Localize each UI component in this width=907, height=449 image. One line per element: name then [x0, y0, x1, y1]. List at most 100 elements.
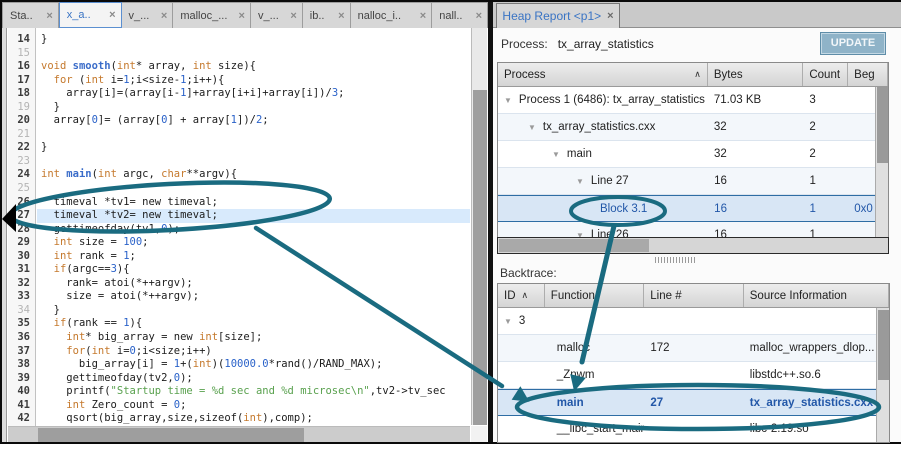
process-table-hscrollbar[interactable] [497, 237, 889, 254]
backtrace-row-main[interactable]: main27tx_array_statistics.cxx [498, 389, 889, 416]
expand-triangle-icon[interactable]: ▼ [504, 317, 512, 326]
code-line-22[interactable]: } [37, 141, 470, 155]
close-icon[interactable]: × [161, 10, 167, 22]
backtrace-row-3[interactable]: ▼3 [498, 308, 889, 335]
close-icon[interactable]: × [420, 10, 426, 22]
process-row-line-27[interactable]: ▼Line 27161 [498, 168, 888, 195]
process-row-line-26[interactable]: ▼Line 26161 [498, 222, 888, 238]
editor-horizontal-scrollbar[interactable] [8, 426, 470, 442]
code-line-14[interactable]: } [37, 33, 470, 47]
backtrace-row--libc-start-main[interactable]: __libc_start_mainlibc-2.19.so [498, 416, 889, 443]
scrollbar-thumb[interactable] [38, 428, 304, 442]
backtrace-row--znwm[interactable]: _Znwmlibstdc++.so.6 [498, 362, 889, 389]
editor-tab-5[interactable]: ib..× [303, 2, 351, 28]
code-area[interactable]: } void smooth(int* array, int size){ for … [37, 28, 470, 442]
code-token: if [54, 317, 67, 329]
close-icon[interactable]: × [476, 10, 482, 22]
code-line-34[interactable]: } [37, 304, 470, 318]
line-number: 33 [8, 290, 35, 304]
code-line-16[interactable]: void smooth(int* array, int size){ [37, 60, 470, 74]
close-icon[interactable]: × [290, 10, 296, 22]
expand-triangle-icon[interactable]: ▼ [528, 123, 536, 132]
process-label: Process: [501, 37, 548, 51]
code-line-42[interactable]: qsort(big_array,size,sizeof(int),comp); [37, 412, 470, 426]
column-header-source-information[interactable]: Source Information [744, 284, 889, 307]
code-line-21[interactable] [37, 128, 470, 142]
source-editor[interactable]: 1415161718192021222324252627282930313233… [2, 28, 488, 442]
editor-tab-0[interactable]: Sta..× [2, 2, 59, 28]
process-row-block-3-1[interactable]: Block 3.11610x0 [498, 195, 888, 222]
scrollbar-thumb[interactable] [473, 90, 487, 425]
code-line-41[interactable]: int Zero_count = 0; [37, 399, 470, 413]
editor-vertical-scrollbar[interactable] [471, 28, 487, 425]
process-row-tx-array-statistics-cxx[interactable]: ▼tx_array_statistics.cxx322 [498, 114, 888, 141]
expand-triangle-icon[interactable]: ▼ [552, 150, 560, 159]
column-header-process[interactable]: Process∧ [498, 63, 708, 86]
code-line-27[interactable]: timeval *tv2= new timeval; [37, 209, 470, 223]
process-table-vscrollbar[interactable] [875, 87, 888, 237]
editor-tab-4[interactable]: v_...× [251, 2, 303, 28]
code-line-23[interactable] [37, 155, 470, 169]
scrollbar-thumb[interactable] [877, 87, 888, 163]
editor-tab-2[interactable]: v_...× [122, 2, 174, 28]
column-header-count[interactable]: Count [803, 63, 848, 86]
code-line-29[interactable]: int size = 100; [37, 236, 470, 250]
code-line-28[interactable]: gettimeofday(tv1,0); [37, 223, 470, 237]
code-line-39[interactable]: gettimeofday(tv2,0); [37, 372, 470, 386]
code-line-24[interactable]: int main(int argc, char**argv){ [37, 168, 470, 182]
code-line-40[interactable]: printf("Startup time = %d sec and %d mic… [37, 385, 470, 399]
editor-tab-3[interactable]: malloc_...× [173, 2, 251, 28]
code-line-31[interactable]: if(argc==3){ [37, 263, 470, 277]
process-row-process-1-6486-tx-array-statistics[interactable]: ▼Process 1 (6486): tx_array_statistics71… [498, 87, 888, 114]
code-line-18[interactable]: array[i]=(array[i-1]+array[i+i]+array[i]… [37, 87, 470, 101]
code-line-19[interactable]: } [37, 101, 470, 115]
process-table-header[interactable]: Process∧BytesCountBeg [498, 63, 888, 87]
close-icon[interactable]: × [109, 9, 115, 21]
backtrace-table-vscrollbar[interactable] [876, 308, 889, 442]
code-line-36[interactable]: int* big_array = new int[size]; [37, 331, 470, 345]
column-header-beg[interactable]: Beg [848, 63, 888, 86]
scrollbar-thumb[interactable] [499, 239, 649, 252]
code-token: void [41, 60, 66, 72]
tab-label: Heap Report <p1> [502, 9, 601, 23]
close-icon[interactable]: × [239, 10, 245, 22]
process-row-main[interactable]: ▼main322 [498, 141, 888, 168]
editor-tab-6[interactable]: nalloc_i..× [351, 2, 433, 28]
scrollbar-thumb[interactable] [878, 310, 889, 380]
code-line-32[interactable]: rank= atoi(*++argv); [37, 277, 470, 291]
code-line-38[interactable]: big_array[i] = 1+(int)(10000.0*rand()/RA… [37, 358, 470, 372]
code-line-17[interactable]: for (int i=1;i<size-1;i++){ [37, 74, 470, 88]
line-number: 35 [8, 317, 35, 331]
close-icon[interactable]: × [46, 10, 52, 22]
code-token: 10000.0 [224, 358, 268, 370]
backtrace-table-header[interactable]: ID∧FunctionLine #Source Information [498, 284, 889, 308]
code-line-30[interactable]: int rank = 1; [37, 250, 470, 264]
close-icon[interactable]: × [338, 10, 344, 22]
column-header-id[interactable]: ID∧ [498, 284, 545, 307]
tab-heap-report[interactable]: Heap Report <p1> × [496, 3, 620, 28]
column-header-bytes[interactable]: Bytes [708, 63, 804, 86]
splitter-handle[interactable] [655, 257, 695, 263]
column-header-function[interactable]: Function [545, 284, 644, 307]
close-icon[interactable]: × [607, 10, 613, 22]
update-button[interactable]: UPDATE [820, 32, 886, 55]
expand-triangle-icon[interactable]: ▼ [576, 177, 584, 186]
code-token: * big_array = new [85, 331, 199, 343]
editor-tab-7[interactable]: nall..× [432, 2, 488, 28]
code-line-33[interactable]: size = atoi(*++argv); [37, 290, 470, 304]
code-line-37[interactable]: for(int i=0;i<size;i++) [37, 345, 470, 359]
code-token: gettimeofday(tv2, [41, 372, 174, 384]
code-token [41, 236, 54, 248]
backtrace-row-malloc[interactable]: malloc172malloc_wrappers_dlop... [498, 335, 889, 362]
row-label: main [567, 148, 592, 160]
code-line-35[interactable]: if(rank == 1){ [37, 317, 470, 331]
column-header-line-[interactable]: Line # [644, 284, 743, 307]
code-line-20[interactable]: array[0]= (array[0] + array[1])/2; [37, 114, 470, 128]
expand-triangle-icon[interactable]: ▼ [504, 96, 512, 105]
editor-panel: Sta..×x_a..×v_...×malloc_...×v_...×ib..×… [2, 2, 488, 442]
report-content: Process:tx_array_statistics UPDATE Proce… [493, 28, 901, 442]
editor-tab-1[interactable]: x_a..× [59, 2, 122, 28]
code-line-15[interactable] [37, 47, 470, 61]
code-line-25[interactable] [37, 182, 470, 196]
code-line-26[interactable]: timeval *tv1= new timeval; [37, 196, 470, 210]
